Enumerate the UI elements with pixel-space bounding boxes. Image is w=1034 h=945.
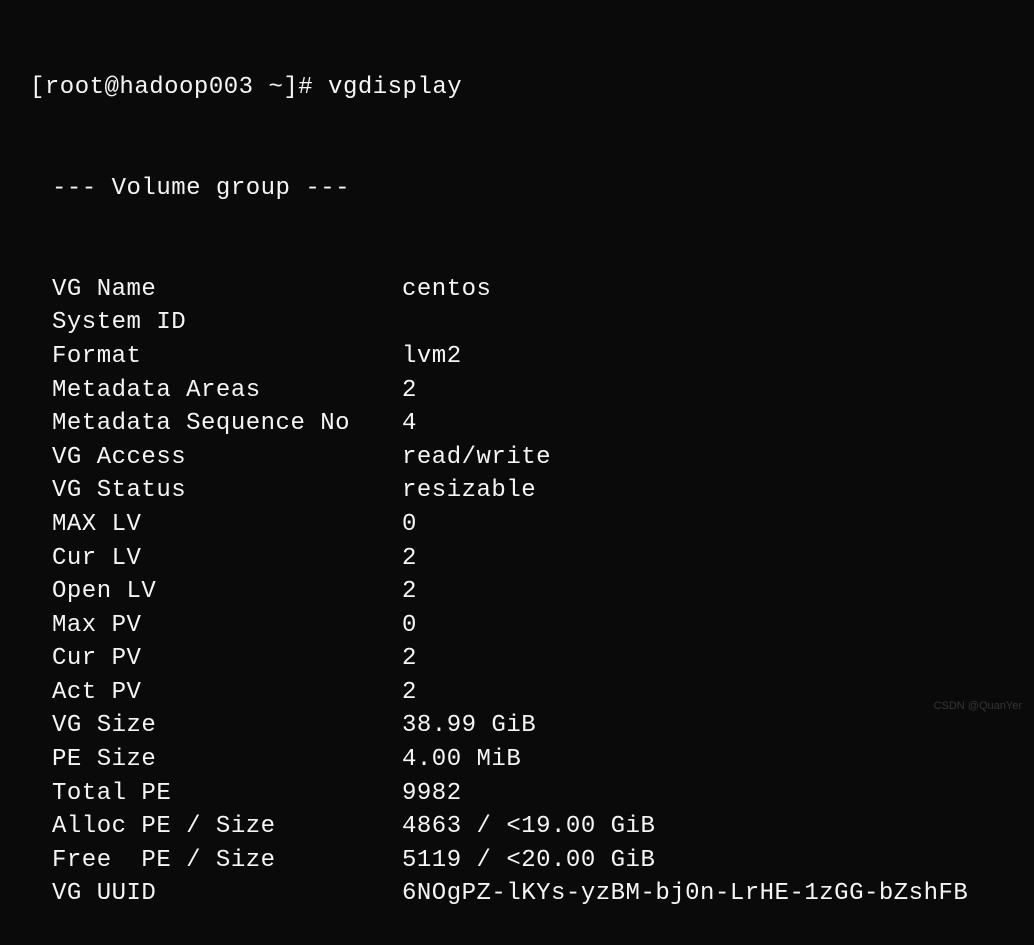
- vg-field-label: VG Access: [52, 441, 402, 475]
- vg-field-value: lvm2: [402, 340, 1034, 374]
- vg-field-row: Metadata Sequence No4: [0, 407, 1034, 441]
- vg-field-value: 4863 / <19.00 GiB: [402, 810, 1034, 844]
- vg-field-label: System ID: [52, 306, 402, 340]
- shell-command: vgdisplay: [328, 74, 462, 101]
- vg-field-value: 2: [402, 374, 1034, 408]
- vg-field-value: 4.00 MiB: [402, 743, 1034, 777]
- vg-field-value: 2: [402, 575, 1034, 609]
- vg-field-label: Metadata Areas: [52, 374, 402, 408]
- vg-field-label: Cur PV: [52, 642, 402, 676]
- command-prompt-line: [root@hadoop003 ~]# vgdisplay: [0, 71, 1034, 105]
- vg-field-value: read/write: [402, 441, 1034, 475]
- vg-field-value: 6NOgPZ-lKYs-yzBM-bj0n-LrHE-1zGG-bZshFB: [402, 877, 1034, 911]
- vg-field-value: 4: [402, 407, 1034, 441]
- vg-header: --- Volume group ---: [0, 172, 1034, 206]
- vg-field-row: MAX LV0: [0, 508, 1034, 542]
- watermark-text: CSDN @QuanYer: [934, 699, 1022, 714]
- vg-field-value: 0: [402, 609, 1034, 643]
- vg-field-label: VG UUID: [52, 877, 402, 911]
- vg-field-label: Act PV: [52, 676, 402, 710]
- vg-field-label: VG Status: [52, 474, 402, 508]
- vg-field-label: Open LV: [52, 575, 402, 609]
- shell-prompt: [root@hadoop003 ~]#: [30, 74, 328, 101]
- vg-field-label: Total PE: [52, 777, 402, 811]
- vg-field-value: 2: [402, 542, 1034, 576]
- vg-field-label: Cur LV: [52, 542, 402, 576]
- vg-field-row: PE Size4.00 MiB: [0, 743, 1034, 777]
- vg-field-row: VG UUID6NOgPZ-lKYs-yzBM-bj0n-LrHE-1zGG-b…: [0, 877, 1034, 911]
- vg-field-row: Cur PV2: [0, 642, 1034, 676]
- vg-field-value: centos: [402, 273, 1034, 307]
- vg-field-value: 9982: [402, 777, 1034, 811]
- vg-field-value: resizable: [402, 474, 1034, 508]
- vg-field-row: Act PV2: [0, 676, 1034, 710]
- vg-field-label: Max PV: [52, 609, 402, 643]
- vg-field-label: Format: [52, 340, 402, 374]
- vg-field-row: VG Namecentos: [0, 273, 1034, 307]
- vg-field-value: [402, 306, 1034, 340]
- vg-field-row: Metadata Areas2: [0, 374, 1034, 408]
- vg-field-label: VG Name: [52, 273, 402, 307]
- vg-field-value: 5119 / <20.00 GiB: [402, 844, 1034, 878]
- vg-field-row: Max PV0: [0, 609, 1034, 643]
- vg-field-label: Free PE / Size: [52, 844, 402, 878]
- vg-field-value: 38.99 GiB: [402, 709, 1034, 743]
- terminal-output[interactable]: [root@hadoop003 ~]# vgdisplay --- Volume…: [0, 4, 1034, 945]
- vg-field-value: 0: [402, 508, 1034, 542]
- vg-field-row: VG Statusresizable: [0, 474, 1034, 508]
- vg-field-row: Cur LV2: [0, 542, 1034, 576]
- vg-field-row: Free PE / Size5119 / <20.00 GiB: [0, 844, 1034, 878]
- vg-field-row: VG Accessread/write: [0, 441, 1034, 475]
- vg-field-label: PE Size: [52, 743, 402, 777]
- vg-field-row: Open LV2: [0, 575, 1034, 609]
- vg-field-row: Formatlvm2: [0, 340, 1034, 374]
- vg-field-label: Metadata Sequence No: [52, 407, 402, 441]
- vg-field-row: Alloc PE / Size4863 / <19.00 GiB: [0, 810, 1034, 844]
- vg-field-label: VG Size: [52, 709, 402, 743]
- vg-fields: VG NamecentosSystem IDFormatlvm2Metadata…: [0, 273, 1034, 911]
- vg-field-row: System ID: [0, 306, 1034, 340]
- vg-field-row: VG Size38.99 GiB: [0, 709, 1034, 743]
- vg-field-value: 2: [402, 642, 1034, 676]
- vg-field-row: Total PE9982: [0, 777, 1034, 811]
- vg-field-label: Alloc PE / Size: [52, 810, 402, 844]
- vg-field-label: MAX LV: [52, 508, 402, 542]
